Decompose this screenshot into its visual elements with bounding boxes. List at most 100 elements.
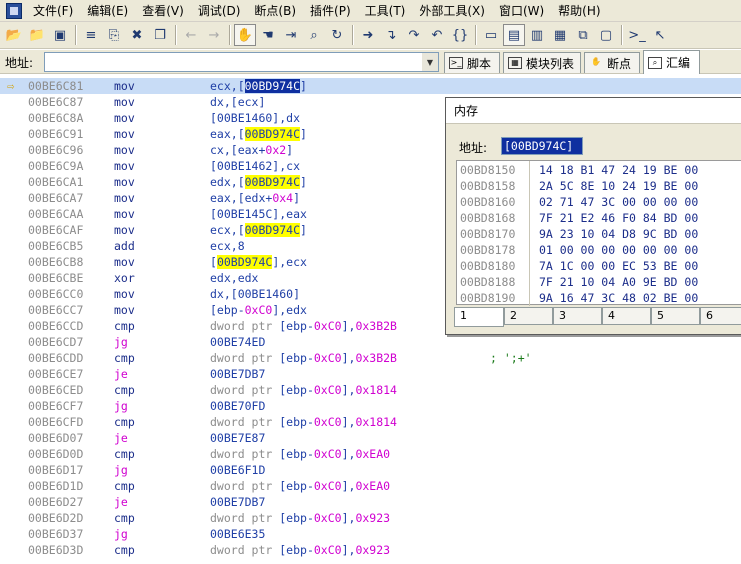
- operand-part: dword ptr: [210, 447, 280, 461]
- tab-breakpoints-label: 断点: [607, 56, 632, 71]
- disasm-row[interactable]: 00BE6D2D cmp dword ptr [ebp-0xC0],0x923: [0, 510, 741, 526]
- menu-item[interactable]: 文件(F): [26, 1, 80, 21]
- step-icon[interactable]: ⇥: [280, 24, 302, 46]
- cpu-window-icon[interactable]: ▤: [503, 24, 525, 46]
- instruction-mnemonic: add: [114, 239, 135, 253]
- run-icon[interactable]: ➜: [357, 24, 379, 46]
- list-icon[interactable]: ≡: [80, 24, 102, 46]
- disasm-row[interactable]: 00BE6D07 je 00BE7E87: [0, 430, 741, 446]
- operand-part: 0xEA0: [355, 447, 391, 461]
- instruction-mnemonic: cmp: [114, 415, 135, 429]
- memory-tab-2[interactable]: 2: [504, 307, 553, 325]
- menu-item[interactable]: 窗口(W): [492, 1, 551, 21]
- menu-item[interactable]: 插件(P): [303, 1, 358, 21]
- memory-tab-6[interactable]: 6: [700, 307, 741, 325]
- instruction-address: 00BE6CF7: [28, 399, 84, 413]
- disasm-row[interactable]: 00BE6CE7 je 00BE7DB7: [0, 366, 741, 382]
- toolbar-separator: [475, 25, 477, 45]
- hand-run-icon[interactable]: ☚: [257, 24, 279, 46]
- save-icon[interactable]: ▣: [49, 24, 71, 46]
- braces-icon[interactable]: {}: [449, 24, 471, 46]
- memory-tab-5[interactable]: 5: [651, 307, 700, 325]
- tab-breakpoints[interactable]: ✋ 断点: [584, 52, 640, 73]
- instruction-operands: dword ptr [ebp-0xC0],0x923: [210, 542, 390, 558]
- disasm-row[interactable]: 00BE6D27 je 00BE7DB7: [0, 494, 741, 510]
- operand-part: eax,[: [210, 127, 245, 141]
- disasm-row[interactable]: 00BE6CED cmp dword ptr [ebp-0xC0],0x1814: [0, 382, 741, 398]
- console-icon[interactable]: ▭: [480, 24, 502, 46]
- operand-part: 0x1814: [355, 415, 397, 429]
- memory-window-icon[interactable]: ▥: [526, 24, 548, 46]
- memory-tab-3[interactable]: 3: [553, 307, 602, 325]
- copy-icon[interactable]: ⎘: [103, 24, 125, 46]
- hand-icon[interactable]: ✋: [234, 24, 256, 46]
- instruction-mnemonic: jg: [114, 463, 128, 477]
- menu-item[interactable]: 调试(D): [191, 1, 248, 21]
- instruction-mnemonic: cmp: [114, 319, 135, 333]
- operand-part: 0xC0: [313, 511, 342, 525]
- delete-icon[interactable]: ✖: [126, 24, 148, 46]
- disasm-row[interactable]: 00BE6D17 jg 00BE6F1D: [0, 462, 741, 478]
- forward-arrow-icon[interactable]: →: [203, 24, 225, 46]
- step-out-icon[interactable]: ↶: [426, 24, 448, 46]
- instruction-address: 00BE6CB8: [28, 255, 84, 269]
- instruction-address: 00BE6CFD: [28, 415, 84, 429]
- memory-window[interactable]: 内存 地址: [00BD974C] 00BD8150 14 18 B1 47 24…: [445, 97, 741, 335]
- memory-address-input[interactable]: [00BD974C]: [501, 137, 583, 155]
- refresh-icon[interactable]: ↻: [326, 24, 348, 46]
- open-folder-icon[interactable]: 📁: [26, 24, 48, 46]
- disasm-row[interactable]: 00BE6CFD cmp dword ptr [ebp-0xC0],0x1814: [0, 414, 741, 430]
- instruction-mnemonic: mov: [114, 79, 135, 93]
- disasm-row[interactable]: 00BE6CDD cmp dword ptr [ebp-0xC0],0x3B2B ; …: [0, 350, 741, 366]
- address-input[interactable]: ▼: [44, 52, 439, 72]
- operand-part: 0x923: [355, 543, 391, 557]
- instruction-operands: eax,[00BD974C]: [210, 126, 307, 142]
- disasm-row[interactable]: 00BE6D0D cmp dword ptr [ebp-0xC0],0xEA0: [0, 446, 741, 462]
- chevron-down-icon[interactable]: ▼: [422, 53, 438, 71]
- menu-item[interactable]: 外部工具(X): [412, 1, 492, 21]
- memory-bytes: 9A 23 10 04 D8 9C BD 00: [539, 227, 699, 241]
- operand-part: [ebp-: [279, 511, 314, 525]
- operand-part: dword ptr: [210, 543, 280, 557]
- terminal-icon[interactable]: >_: [626, 24, 648, 46]
- step-into-icon[interactable]: ↴: [380, 24, 402, 46]
- instruction-mnemonic: xor: [114, 271, 135, 285]
- threads-icon[interactable]: ⧉: [572, 24, 594, 46]
- pointer-icon[interactable]: ↖: [649, 24, 671, 46]
- operand-part: 0x3B2B: [355, 319, 397, 333]
- tab-script[interactable]: >_ 脚本: [444, 52, 500, 73]
- disasm-row[interactable]: 00BE6D1D cmp dword ptr [ebp-0xC0],0xEA0: [0, 478, 741, 494]
- memory-hex-grid[interactable]: 00BD8150 14 18 B1 47 24 19 BE 00 00BD8158 2…: [456, 160, 741, 306]
- operand-part: [00BE1460],dx: [210, 111, 301, 125]
- disasm-row[interactable]: ⇨ 00BE6C81 mov ecx,[00BD974C]: [0, 78, 741, 94]
- operand-part: 00BD974C: [244, 127, 301, 141]
- menu-item[interactable]: 编辑(E): [80, 1, 135, 21]
- operand-part: ],: [341, 447, 356, 461]
- menu-item[interactable]: 查看(V): [135, 1, 191, 21]
- instruction-address: 00BE6CBE: [28, 271, 84, 285]
- search-window-icon[interactable]: ⌕: [303, 24, 325, 46]
- menu-item[interactable]: 工具(T): [358, 1, 413, 21]
- window-icon[interactable]: ▢: [595, 24, 617, 46]
- operand-part: 0xEA0: [355, 479, 391, 493]
- disasm-row[interactable]: 00BE6D3D cmp dword ptr [ebp-0xC0],0x923: [0, 542, 741, 558]
- memory-tab-1[interactable]: 1: [454, 307, 504, 327]
- disasm-row[interactable]: 00BE6D37 jg 00BE6E35: [0, 526, 741, 542]
- instruction-operands: dword ptr [ebp-0xC0],0x923: [210, 510, 390, 526]
- open-icon[interactable]: 📂: [3, 24, 25, 46]
- disasm-row[interactable]: 00BE6CD7 jg 00BE74ED: [0, 334, 741, 350]
- back-arrow-icon[interactable]: ←: [180, 24, 202, 46]
- menu-item[interactable]: 帮助(H): [551, 1, 607, 21]
- memory-bytes: 7A 1C 00 00 EC 53 BE 00: [539, 259, 699, 273]
- step-over-icon[interactable]: ↷: [403, 24, 425, 46]
- instruction-mnemonic: mov: [114, 111, 135, 125]
- pages-icon[interactable]: ❐: [149, 24, 171, 46]
- instruction-mnemonic: mov: [114, 255, 135, 269]
- tab-module-list[interactable]: ▦ 模块列表: [503, 52, 581, 73]
- tab-disasm[interactable]: ⌕ 汇编: [643, 50, 700, 74]
- menu-item[interactable]: 断点(B): [247, 1, 303, 21]
- modules-icon[interactable]: ▦: [549, 24, 571, 46]
- toolbar: 📂 📁 ▣ ≡ ⎘ ✖ ❐ ← → ✋ ☚ ⇥ ⌕ ↻ ➜ ↴ ↷ ↶{} ▭ ▤ ▥ ▦ ⧉ ▢ >_ ↖: [0, 22, 741, 49]
- disasm-row[interactable]: 00BE6CF7 jg 00BE70FD: [0, 398, 741, 414]
- memory-tab-4[interactable]: 4: [602, 307, 651, 325]
